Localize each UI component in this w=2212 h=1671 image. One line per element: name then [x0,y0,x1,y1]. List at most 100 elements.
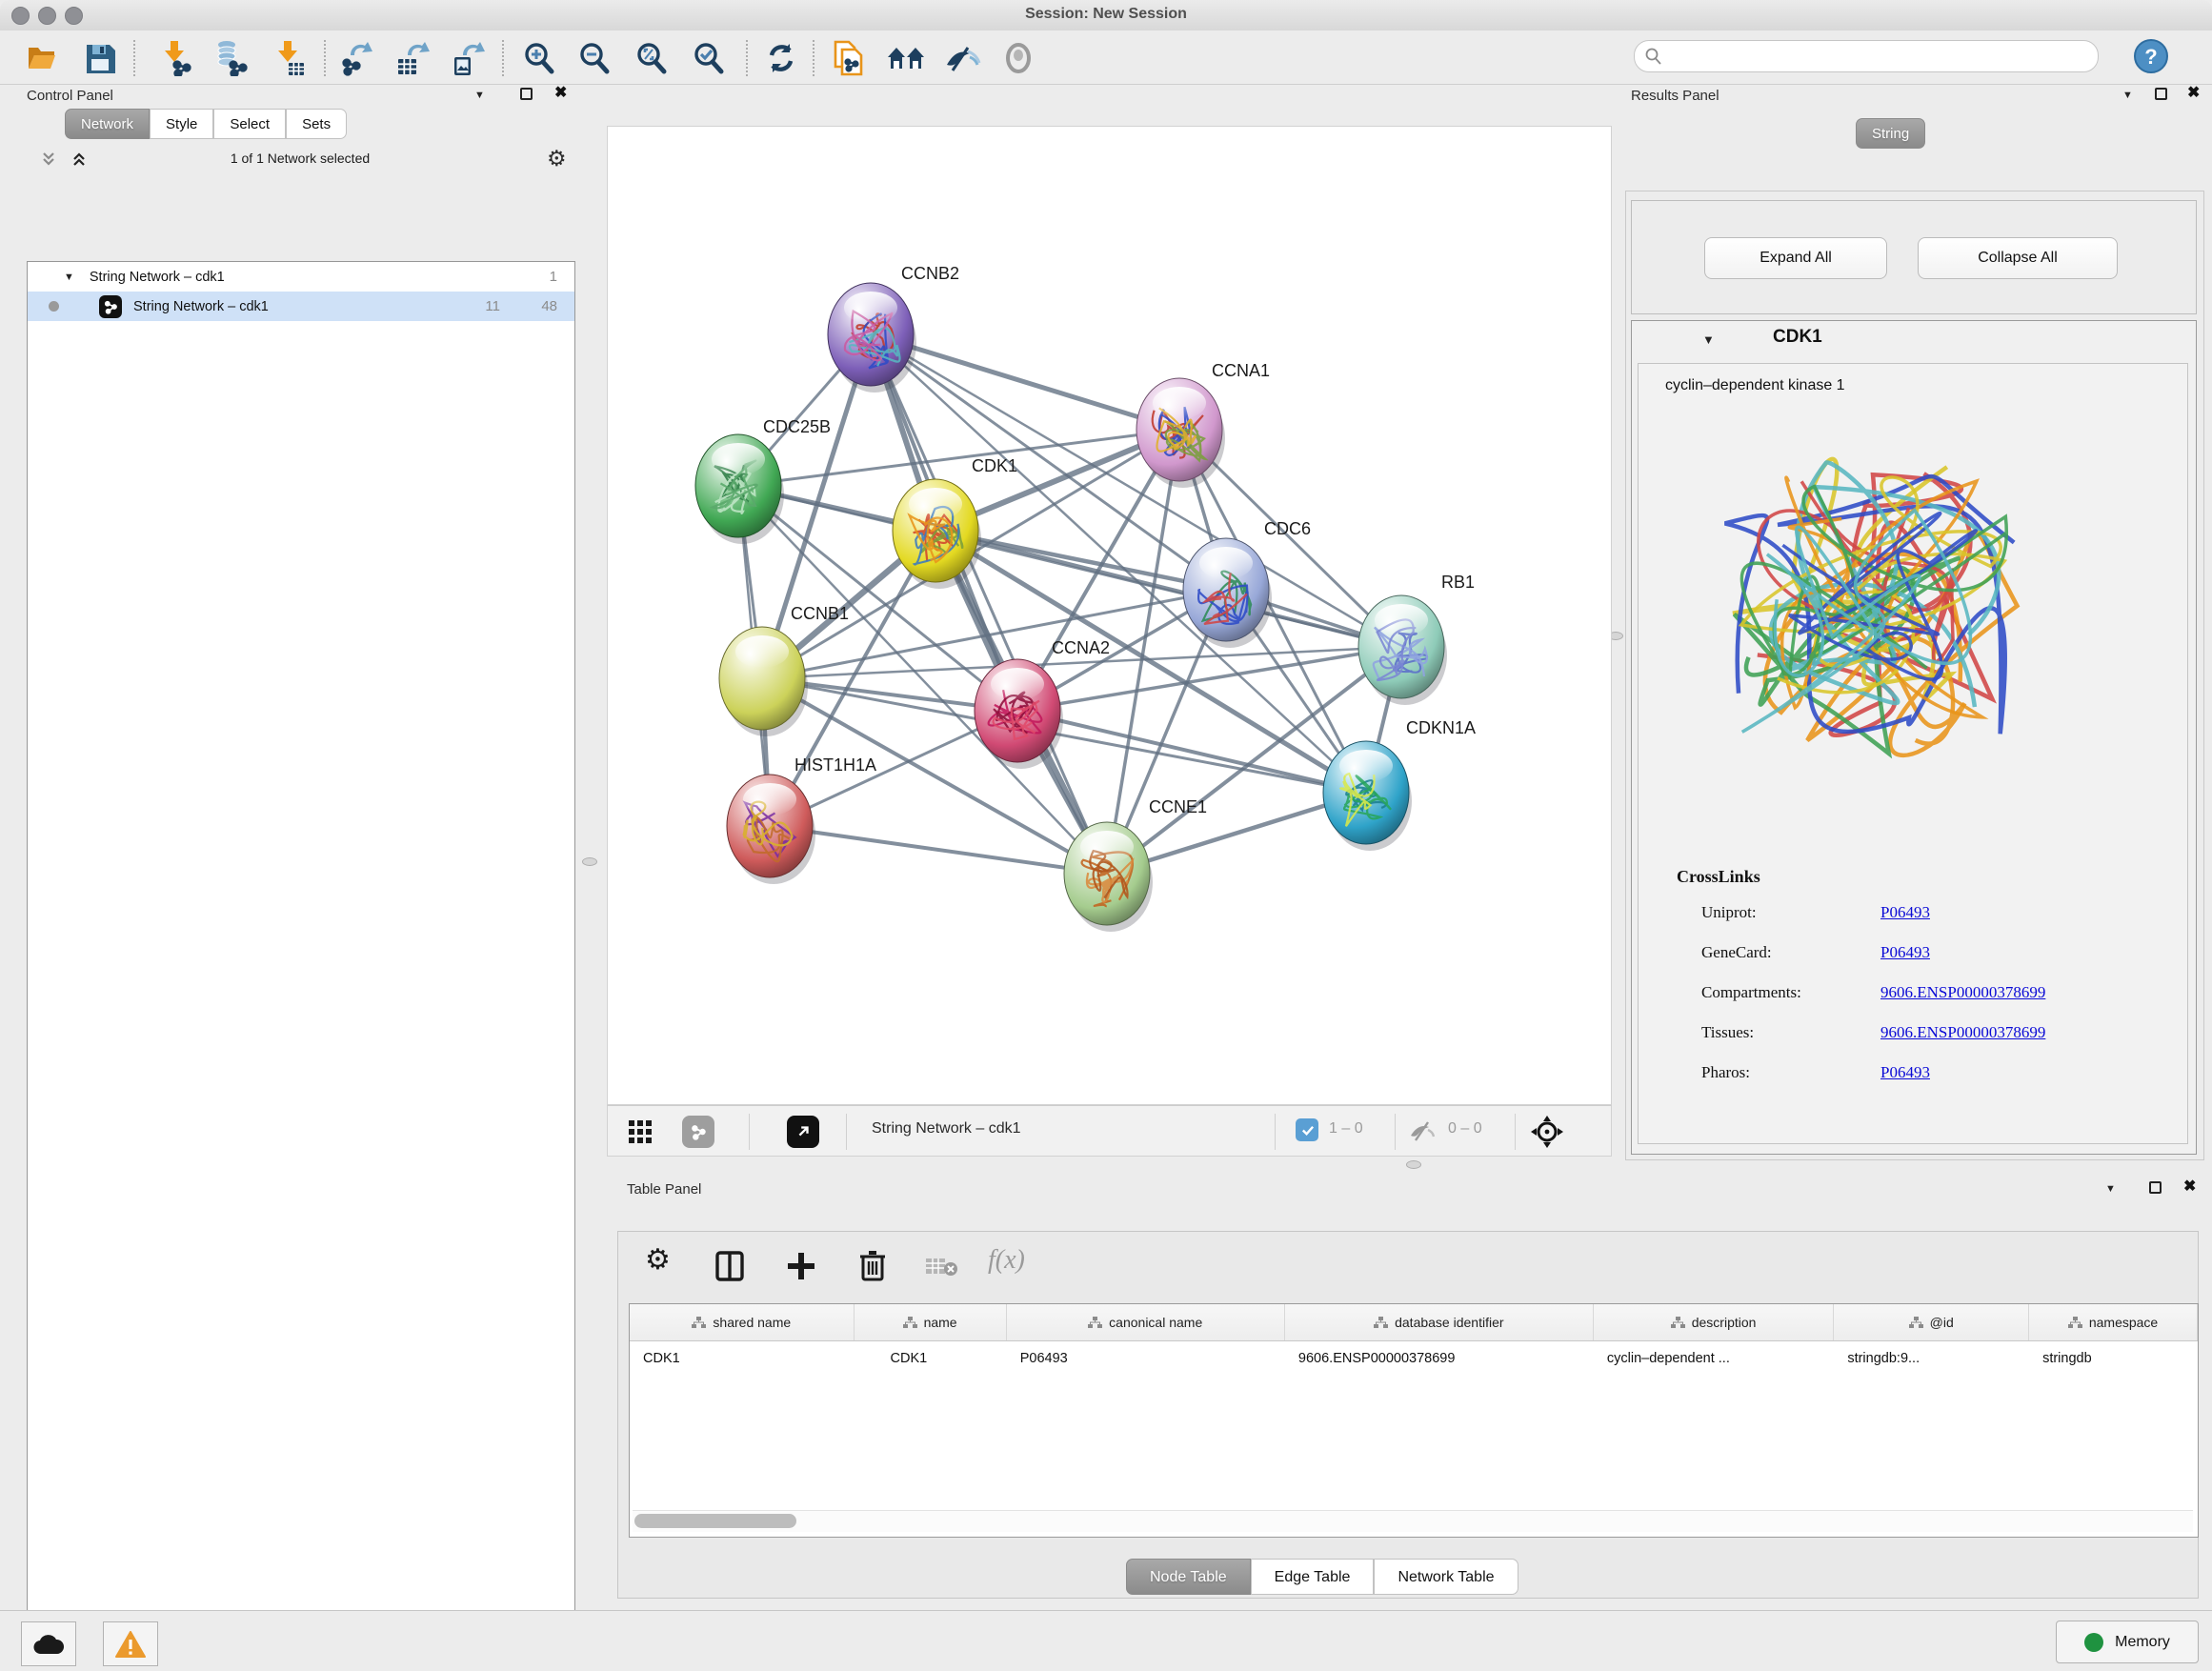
network-collection-row[interactable]: ▼ String Network – cdk1 1 [28,262,574,292]
network-row[interactable]: String Network – cdk1 11 48 [28,292,574,321]
table-cell[interactable]: stringdb [2029,1341,2198,1376]
network-node[interactable] [719,627,808,736]
control-panel-close-icon[interactable]: ✖ [554,87,567,99]
houses-button[interactable] [884,38,928,78]
export-table-button[interactable] [391,38,434,78]
collapse-all-button[interactable]: Collapse All [1918,237,2118,279]
tab-select[interactable]: Select [213,109,286,139]
column-header-canonical-name[interactable]: canonical name [1007,1304,1285,1340]
column-header-namespace[interactable]: namespace [2029,1304,2198,1340]
network-node[interactable] [1358,595,1447,705]
zoom-selected-button[interactable] [687,38,731,78]
gear-icon[interactable]: ⚙ [547,146,567,171]
birdseye-toggle-icon[interactable] [787,1116,819,1148]
network-edge[interactable] [1017,711,1366,793]
table-cell[interactable]: stringdb:9... [1834,1341,2029,1376]
control-panel-float-icon[interactable] [520,88,533,100]
add-column-icon[interactable] [786,1251,816,1281]
network-node[interactable] [1064,822,1153,932]
tab-network-table[interactable]: Network Table [1374,1559,1518,1595]
help-button[interactable]: ? [2134,39,2168,73]
table-cell[interactable]: 9606.ENSP00000378699 [1285,1341,1594,1376]
import-table-from-file-button[interactable] [266,38,310,78]
table-cell[interactable]: cyclin–dependent ... [1594,1341,1834,1376]
table-panel-menu-icon[interactable]: ▼ [2105,1183,2116,1195]
expand-all-button[interactable]: Expand All [1704,237,1887,279]
split-table-icon[interactable] [715,1251,744,1281]
zoom-fit-button[interactable] [630,38,674,78]
share-documents-button[interactable] [827,38,871,78]
show-button[interactable] [996,38,1040,78]
tab-network[interactable]: Network [65,109,150,139]
separator [846,1114,847,1150]
delete-column-trash-icon[interactable] [858,1249,887,1281]
database-icon [212,40,249,76]
crosslink-link[interactable]: P06493 [1880,943,1930,962]
column-header-description[interactable]: description [1594,1304,1834,1340]
save-session-button[interactable] [78,38,122,78]
crosslink-link[interactable]: 9606.ENSP00000378699 [1880,983,2045,1002]
tab-style[interactable]: Style [150,109,213,139]
zoom-in-button[interactable] [517,38,561,78]
table-cell[interactable]: P06493 [1007,1341,1285,1376]
bottom-splitter-handle[interactable] [1406,1160,1421,1169]
entry-collapse-icon[interactable]: ▼ [1702,332,1715,347]
cloud-button[interactable] [21,1621,76,1666]
crosslink-link[interactable]: 9606.ENSP00000378699 [1880,1023,2045,1042]
hidden-eye-slash-icon[interactable] [1408,1118,1437,1143]
table-settings-gear-icon[interactable]: ⚙ [645,1243,671,1277]
open-file-button[interactable] [21,38,65,78]
results-panel-menu-icon[interactable]: ▼ [2122,90,2133,101]
zoom-out-button[interactable] [573,38,616,78]
column-header--id[interactable]: @id [1834,1304,2029,1340]
entry-details: cyclin–dependent kinase 1 CrossLinks Uni… [1638,363,2188,1144]
table-cell[interactable]: CDK1 [855,1341,1007,1376]
export-image-button[interactable] [446,38,490,78]
tree-expand-icon[interactable]: ▼ [64,272,74,283]
network-edge[interactable] [871,334,1107,874]
refresh-button[interactable] [759,38,803,78]
crosslink-link[interactable]: P06493 [1880,903,1930,922]
import-network-from-database-button[interactable] [209,38,252,78]
selected-checkbox-icon[interactable] [1296,1118,1318,1141]
network-edge[interactable] [770,826,1107,874]
crosslink-row: Tissues:9606.ENSP00000378699 [1701,1023,2168,1042]
results-panel-float-icon[interactable] [2155,88,2167,100]
network-node[interactable] [1136,378,1225,488]
search-input[interactable] [1663,48,2077,65]
network-node[interactable] [893,479,981,589]
results-entry-panel: ▼ CDK1 cyclin–dependent kinase 1 CrossLi… [1631,320,2197,1155]
results-panel-close-icon[interactable]: ✖ [2187,87,2200,99]
table-cell[interactable]: CDK1 [630,1341,855,1376]
import-network-from-file-button[interactable] [152,38,196,78]
network-edge[interactable] [871,334,1179,430]
memory-button[interactable]: Memory [2056,1621,2199,1663]
network-node[interactable] [1323,741,1412,851]
crosslink-link[interactable]: P06493 [1880,1063,1930,1082]
column-header-name[interactable]: name [855,1304,1007,1340]
hide-button[interactable] [940,38,984,78]
node-label: CCNA2 [1052,638,1110,657]
table-hscrollbar[interactable] [633,1510,2193,1532]
table-panel-close-icon[interactable]: ✖ [2183,1180,2196,1193]
tab-node-table[interactable]: Node Table [1126,1559,1251,1595]
hscroll-thumb[interactable] [634,1514,796,1528]
crosshair-icon[interactable] [1530,1115,1564,1149]
tab-string[interactable]: String [1856,118,1925,149]
tab-sets[interactable]: Sets [286,109,347,139]
left-splitter-handle[interactable] [582,857,597,866]
column-header-database-identifier[interactable]: database identifier [1285,1304,1594,1340]
network-canvas[interactable]: CCNB2CCNA1CDC25BCDK1CDC6RB1CCNB1CCNA2CDK… [607,126,1612,1105]
control-panel-menu-icon[interactable]: ▼ [474,90,485,101]
string-view-icon[interactable] [682,1116,714,1148]
network-node[interactable] [727,775,815,884]
warnings-button[interactable] [103,1621,158,1666]
grid-view-icon[interactable] [629,1120,654,1143]
export-network-button[interactable] [335,38,379,78]
table-panel-float-icon[interactable] [2149,1181,2162,1194]
network-node[interactable] [828,283,916,393]
tab-edge-table[interactable]: Edge Table [1251,1559,1375,1595]
column-header-shared-name[interactable]: shared name [630,1304,855,1340]
network-node[interactable] [975,659,1063,769]
network-node[interactable] [1183,538,1272,648]
